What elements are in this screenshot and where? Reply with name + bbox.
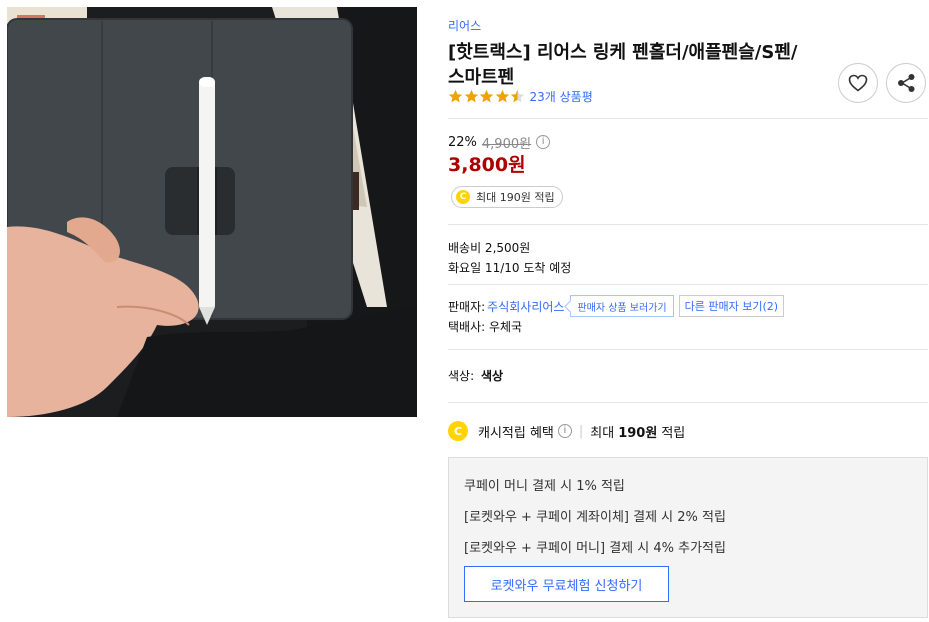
divider xyxy=(448,224,928,225)
review-count-link[interactable]: 23개 상품평 xyxy=(530,88,593,105)
separator: | xyxy=(578,423,584,439)
brand-link[interactable]: 리어스 xyxy=(448,17,481,34)
option-value: 색상 xyxy=(480,369,504,383)
divider xyxy=(448,402,928,403)
seller-label: 판매자: xyxy=(448,299,486,314)
cash-reward-text: 최대 190원 적립 xyxy=(476,191,555,204)
heart-icon xyxy=(848,74,868,92)
star-icon xyxy=(510,89,525,102)
cash-reward-chip: C 최대 190원 적립 xyxy=(451,186,563,208)
discount-rate: 22% xyxy=(448,134,477,150)
seller-row: 판매자: 주식회사리어스 판매자 상품 보러가기 다른 판매자 보기(2) xyxy=(448,295,785,317)
product-title-line-1: [핫트랙스] 리어스 링케 펜홀더/애플펜슬/S펜/ xyxy=(448,42,798,63)
divider xyxy=(448,349,928,350)
product-info-panel: 리어스 [핫트랙스] 리어스 링케 펜홀더/애플펜슬/S펜/ 스마트펜 23개 … xyxy=(448,0,928,622)
option-label: 색상: xyxy=(448,369,475,383)
cash-benefit-row: C 캐시적립 혜택 i | 최대 190원 적립 xyxy=(448,420,685,442)
divider xyxy=(448,118,928,119)
product-title: [핫트랙스] 리어스 링케 펜홀더/애플펜슬/S펜/ 스마트펜 xyxy=(448,40,833,90)
price-info-icon[interactable]: i xyxy=(536,135,551,149)
favorite-button[interactable] xyxy=(838,63,878,103)
benefit-box: 쿠페이 머니 결제 시 1% 적립 [로켓와우 + 쿠페이 계좌이체] 결제 시… xyxy=(448,457,928,618)
product-photo-illustration xyxy=(7,7,417,417)
cash-benefit-amount: 190원 xyxy=(618,425,658,441)
cash-coin-icon: C xyxy=(456,190,470,204)
cash-coin-icon: C xyxy=(448,421,468,441)
star-rating xyxy=(448,89,526,104)
star-icon xyxy=(495,89,509,102)
other-sellers-button[interactable]: 다른 판매자 보기(2) xyxy=(678,295,785,317)
product-rating[interactable]: 23개 상품평 xyxy=(448,87,593,105)
seller-name-link[interactable]: 주식회사리어스 xyxy=(487,298,564,315)
option-row: 색상: 색상 xyxy=(448,367,503,384)
discount-row: 22% 4,900원 i xyxy=(448,133,551,152)
star-icon xyxy=(464,89,478,102)
cash-benefit-label: 캐시적립 혜택 xyxy=(478,425,554,441)
seller-items-button[interactable]: 판매자 상품 보러가기 xyxy=(570,295,674,317)
cash-info-icon[interactable]: i xyxy=(557,424,572,438)
courier-info: 택배사: 우체국 xyxy=(448,320,523,334)
star-icon xyxy=(448,89,463,102)
benefit-line: [로켓와우 + 쿠페이 계좌이체] 결제 시 2% 적립 xyxy=(464,510,726,525)
share-button[interactable] xyxy=(886,63,926,103)
shipping-fee: 배송비 2,500원 xyxy=(448,241,531,255)
share-icon xyxy=(898,74,915,92)
rocket-wow-trial-button[interactable]: 로켓와우 무료체험 신청하기 xyxy=(464,566,669,602)
arrival-date: 화요일 11/10 도착 예정 xyxy=(448,261,572,275)
cash-benefit-suffix: 적립 xyxy=(661,425,686,441)
sale-price: 3,800원 xyxy=(448,154,526,176)
cash-benefit-prefix: 최대 xyxy=(590,425,615,441)
benefit-line: 쿠페이 머니 결제 시 1% 적립 xyxy=(464,479,625,494)
benefit-line: [로켓와우 + 쿠페이 머니] 결제 시 4% 추가적립 xyxy=(464,541,726,556)
product-image[interactable] xyxy=(7,7,417,417)
divider xyxy=(448,284,928,285)
original-price: 4,900원 xyxy=(481,136,532,152)
star-icon xyxy=(479,89,494,102)
